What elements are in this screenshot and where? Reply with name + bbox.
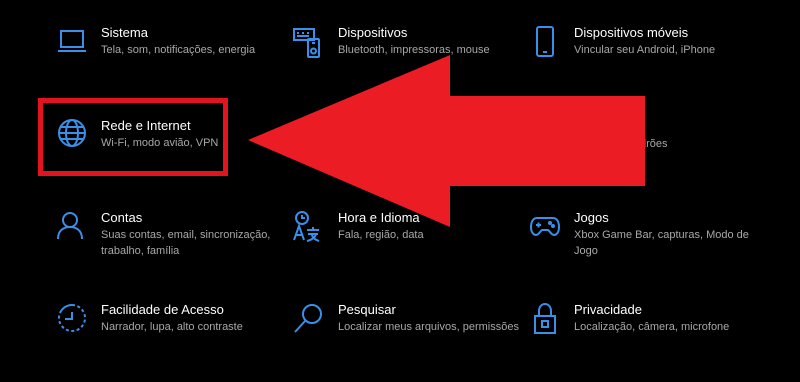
laptop-icon: [55, 25, 89, 59]
tile-description: Fala, região, data: [338, 229, 424, 241]
tile-title: Dispositivos móveis: [574, 25, 689, 40]
devices-icon: [292, 25, 326, 59]
accessibility-icon: [55, 302, 89, 336]
settings-tile-sistema[interactable]: Sistema Tela, som, notificações, energia: [55, 25, 295, 105]
settings-tile-jogos[interactable]: Jogos Xbox Game Bar, capturas, Modo de J…: [528, 210, 768, 290]
tile-description: Xbox Game Bar, capturas, Modo de Jogo: [574, 229, 749, 257]
settings-tile-dispositivos[interactable]: Dispositivos Bluetooth, impressoras, mou…: [292, 25, 532, 105]
tile-description: Tela, som, notificações, energia: [101, 44, 256, 56]
settings-tile-contas[interactable]: Contas Suas contas, email, sincronização…: [55, 210, 295, 290]
lock-icon: [528, 302, 562, 336]
tile-description: Localizar meus arquivos, permissões: [338, 321, 519, 333]
phone-icon: [528, 25, 562, 59]
tile-description: Vincular seu Android, iPhone: [574, 44, 716, 56]
highlight-box: [38, 98, 228, 176]
tile-title: Jogos: [574, 210, 609, 225]
settings-tile-hora-e-idioma[interactable]: Hora e Idioma Fala, região, data: [292, 210, 532, 290]
settings-tile-dispositivos-moveis[interactable]: Dispositivos móveis Vincular seu Android…: [528, 25, 768, 105]
settings-tile-privacidade[interactable]: Privacidade Localização, câmera, microfo…: [528, 302, 768, 382]
person-icon: [55, 210, 89, 244]
tile-title: Pesquisar: [338, 302, 396, 317]
tile-title: Privacidade: [574, 302, 642, 317]
tile-title: Sistema: [101, 25, 148, 40]
tile-description: Suas contas, email, sincronização, traba…: [101, 229, 271, 257]
settings-tile-facilidade-de-acesso[interactable]: Facilidade de Acesso Narrador, lupa, alt…: [55, 302, 295, 382]
tile-description: Narrador, lupa, alto contraste: [101, 321, 243, 333]
tile-title: Hora e Idioma: [338, 210, 420, 225]
partial-tile-text: drões: [640, 138, 668, 150]
tile-title: Dispositivos: [338, 25, 408, 40]
search-icon: [292, 302, 326, 336]
tile-title: Facilidade de Acesso: [101, 302, 224, 317]
tile-title: Contas: [101, 210, 143, 225]
time-language-icon: [292, 210, 326, 244]
tile-description: Localização, câmera, microfone: [574, 321, 730, 333]
settings-tile-pesquisar[interactable]: Pesquisar Localizar meus arquivos, permi…: [292, 302, 532, 382]
tile-description: Bluetooth, impressoras, mouse: [338, 44, 490, 56]
gamepad-icon: [528, 210, 562, 244]
